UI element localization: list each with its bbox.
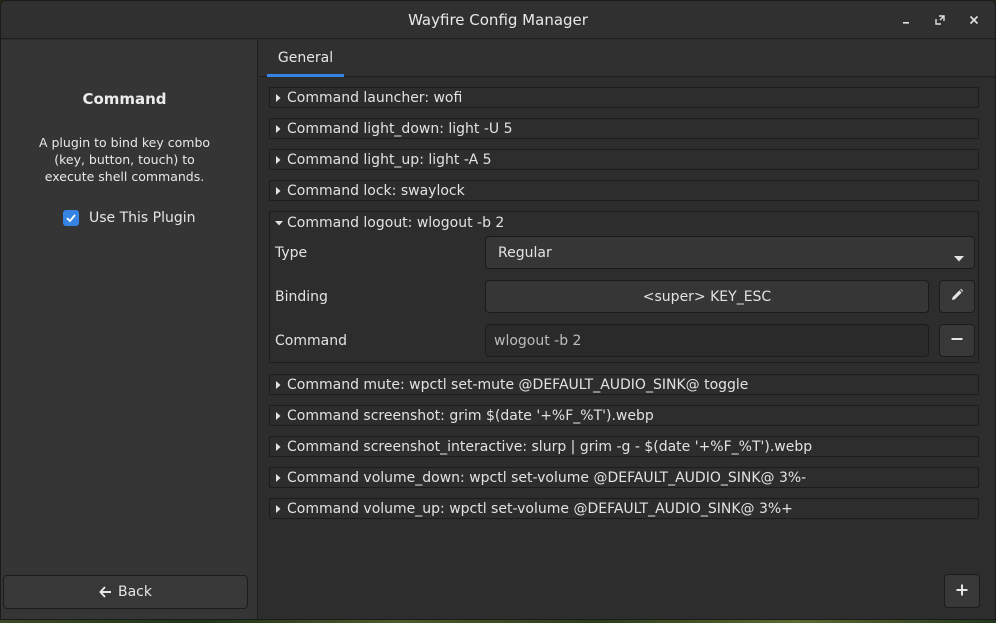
command-row-label: Command lock: swaylock — [287, 182, 465, 199]
command-row-label: Command volume_down: wpctl set-volume @D… — [287, 469, 807, 486]
expander-right-icon — [274, 380, 286, 390]
chevron-down-icon — [954, 250, 964, 266]
command-row-label: Command light_up: light -A 5 — [287, 151, 492, 168]
command-row-label: Command screenshot: grim $(date '+%F_%T'… — [287, 407, 654, 424]
binding-value: <super> KEY_ESC — [642, 288, 772, 305]
expander-right-icon — [274, 442, 286, 452]
binding-button[interactable]: <super> KEY_ESC — [485, 280, 929, 313]
back-button[interactable]: Back — [3, 575, 248, 609]
command-row-label: Command light_down: light -U 5 — [287, 120, 513, 137]
main-panel: General Command launcher: wofi Command l… — [259, 40, 995, 619]
expander-down-icon — [274, 219, 286, 227]
command-row-logout-expanded: Command logout: wlogout -b 2 Type Regula… — [269, 211, 979, 363]
command-value: wlogout -b 2 — [494, 332, 582, 349]
maximize-icon — [935, 15, 945, 25]
tab-general[interactable]: General — [267, 40, 344, 77]
sidebar: Command A plugin to bind key combo (key,… — [1, 40, 258, 619]
command-row-label: Command screenshot_interactive: slurp | … — [287, 438, 813, 455]
expander-right-icon — [274, 124, 286, 134]
use-plugin-toggle[interactable]: Use This Plugin — [63, 210, 196, 226]
close-button[interactable] — [963, 9, 985, 31]
remove-command-button[interactable] — [939, 324, 975, 357]
arrow-left-icon — [99, 586, 112, 598]
pencil-icon — [950, 287, 964, 306]
add-command-button[interactable] — [944, 574, 980, 608]
command-row-mute[interactable]: Command mute: wpctl set-mute @DEFAULT_AU… — [269, 374, 979, 395]
command-row-label: Command logout: wlogout -b 2 — [287, 214, 505, 231]
minimize-icon — [901, 15, 911, 25]
command-row-screenshot-interactive[interactable]: Command screenshot_interactive: slurp | … — [269, 436, 979, 457]
plus-icon — [955, 582, 969, 601]
plugin-description: A plugin to bind key combo (key, button,… — [38, 135, 211, 184]
binding-label: Binding — [275, 289, 328, 305]
close-icon — [969, 15, 979, 25]
type-value: Regular — [498, 244, 552, 261]
expander-right-icon — [274, 186, 286, 196]
use-plugin-label: Use This Plugin — [89, 210, 196, 226]
expander-right-icon — [274, 473, 286, 483]
minus-icon — [950, 331, 964, 350]
back-label: Back — [118, 584, 152, 600]
command-row-lock[interactable]: Command lock: swaylock — [269, 180, 979, 201]
window-title: Wayfire Config Manager — [408, 11, 588, 29]
command-row-volume-down[interactable]: Command volume_down: wpctl set-volume @D… — [269, 467, 979, 488]
command-label: Command — [275, 333, 347, 349]
titlebar: Wayfire Config Manager — [1, 1, 995, 39]
command-row-light-up[interactable]: Command light_up: light -A 5 — [269, 149, 979, 170]
command-row-label: Command mute: wpctl set-mute @DEFAULT_AU… — [287, 376, 749, 393]
command-row-light-down[interactable]: Command light_down: light -U 5 — [269, 118, 979, 139]
tab-bar: General — [259, 40, 995, 77]
command-input[interactable]: wlogout -b 2 — [485, 324, 929, 357]
app-window: Wayfire Config Manager Command A plugin … — [0, 0, 996, 620]
command-row-volume-up[interactable]: Command volume_up: wpctl set-volume @DEF… — [269, 498, 979, 519]
command-row-launcher[interactable]: Command launcher: wofi — [269, 87, 979, 108]
type-dropdown[interactable]: Regular — [485, 236, 975, 269]
expander-right-icon — [274, 504, 286, 514]
command-row-logout[interactable]: Command logout: wlogout -b 2 — [274, 212, 504, 233]
expander-right-icon — [274, 93, 286, 103]
expander-right-icon — [274, 155, 286, 165]
maximize-button[interactable] — [929, 9, 951, 31]
expander-right-icon — [274, 411, 286, 421]
command-row-label: Command launcher: wofi — [287, 89, 463, 106]
type-label: Type — [275, 245, 308, 261]
plugin-title: Command — [82, 90, 167, 108]
command-row-label: Command volume_up: wpctl set-volume @DEF… — [287, 500, 793, 517]
checkbox-checked-icon[interactable] — [63, 210, 79, 226]
minimize-button[interactable] — [895, 9, 917, 31]
command-row-screenshot[interactable]: Command screenshot: grim $(date '+%F_%T'… — [269, 405, 979, 426]
edit-binding-button[interactable] — [939, 280, 975, 313]
